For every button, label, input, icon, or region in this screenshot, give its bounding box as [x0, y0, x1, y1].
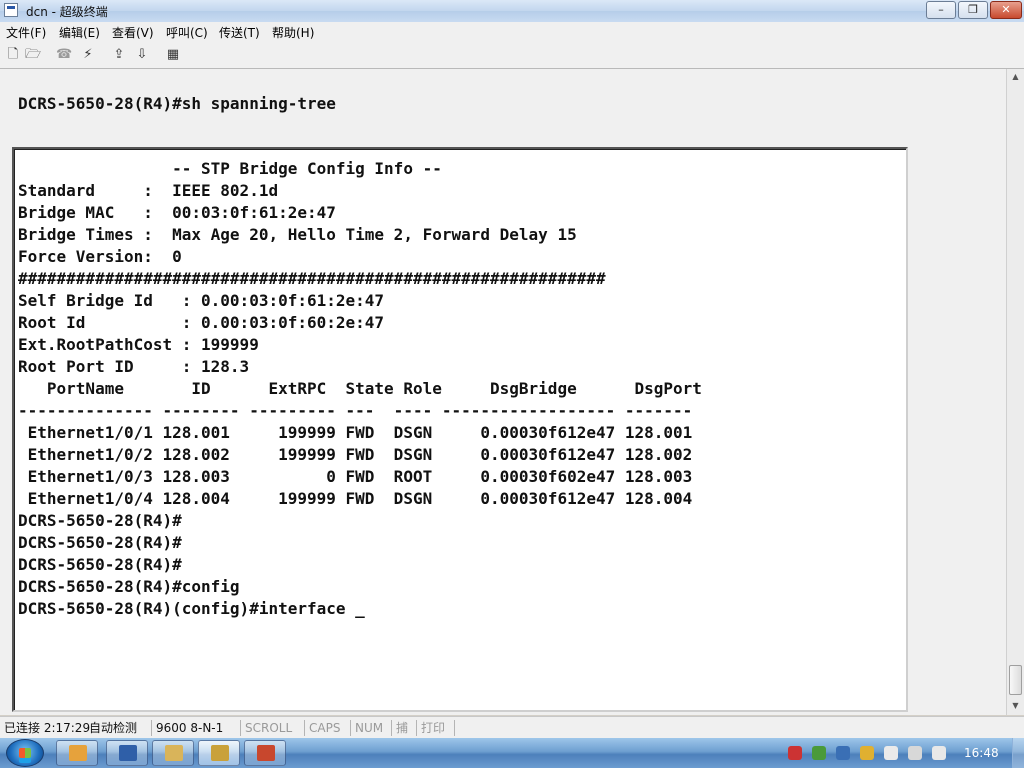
- phone-icon[interactable]: ☎: [56, 47, 72, 63]
- taskbar-app-powerpoint[interactable]: [244, 740, 286, 766]
- status-num: NUM: [350, 720, 383, 736]
- properties-icon[interactable]: ▦: [165, 47, 181, 63]
- title-bar: dcn - 超级终端 – ❐ ✕: [0, 0, 1024, 23]
- tray-volume-icon[interactable]: [932, 746, 946, 760]
- menu-file[interactable]: 文件(F): [6, 24, 46, 41]
- taskbar: 16:48: [0, 738, 1024, 768]
- tray-shield-icon[interactable]: [836, 746, 850, 760]
- new-file-icon[interactable]: 🗋: [5, 47, 21, 63]
- status-print: 打印: [416, 720, 445, 736]
- terminal-line: DCRS-5650-28(R4)#: [18, 555, 182, 574]
- window-title: dcn - 超级终端: [26, 5, 108, 19]
- taskbar-app-hyperterminal[interactable]: [198, 740, 240, 766]
- menu-call[interactable]: 呼叫(C): [166, 24, 208, 41]
- terminal-line: Ethernet1/0/3 128.003 0 FWD ROOT 0.00030…: [18, 467, 693, 486]
- status-caps: CAPS: [304, 720, 340, 736]
- word-icon: [119, 745, 137, 761]
- terminal-line: -- STP Bridge Config Info --: [18, 159, 442, 178]
- terminal-line: Ethernet1/0/1 128.001 199999 FWD DSGN 0.…: [18, 423, 693, 442]
- tray-device-icon[interactable]: [884, 746, 898, 760]
- terminal-line: DCRS-5650-28(R4)#: [18, 533, 182, 552]
- status-scroll: SCROLL: [240, 720, 292, 736]
- terminal-line: PortName ID ExtRPC State Role DsgBridge …: [18, 379, 702, 398]
- scroll-thumb[interactable]: [1009, 665, 1022, 695]
- maximize-button[interactable]: ❐: [958, 1, 988, 19]
- app-icon[interactable]: [4, 3, 18, 17]
- status-connected: 已连接 2:17:29: [4, 721, 91, 735]
- start-button[interactable]: [6, 739, 44, 767]
- send-icon[interactable]: ⇪: [111, 47, 127, 63]
- terminal-line: Bridge Times : Max Age 20, Hello Time 2,…: [18, 225, 577, 244]
- show-desktop-button[interactable]: [1012, 738, 1024, 768]
- status-capture: 捕: [391, 720, 408, 736]
- terminal-lines: -- STP Bridge Config Info -- Standard : …: [18, 158, 702, 620]
- close-button[interactable]: ✕: [990, 1, 1022, 19]
- terminal-line: DCRS-5650-28(R4)(config)#interface _: [18, 599, 365, 618]
- tray-update-icon[interactable]: [860, 746, 874, 760]
- receive-icon[interactable]: ⇩: [134, 47, 150, 63]
- status-bar: 已连接 2:17:29 自动检测 9600 8-N-1 SCROLL CAPS …: [0, 716, 1024, 739]
- terminal-line: Self Bridge Id : 0.00:03:0f:61:2e:47: [18, 291, 385, 310]
- taskbar-app-files[interactable]: [152, 740, 194, 766]
- status-detect: 自动检测: [89, 721, 138, 735]
- terminal-line: Root Port ID : 128.3: [18, 357, 250, 376]
- terminal-line: DCRS-5650-28(R4)#: [18, 511, 182, 530]
- taskbar-app-explorer[interactable]: [56, 740, 98, 766]
- hyperterminal-icon: [211, 745, 229, 761]
- menu-transfer[interactable]: 传送(T): [219, 24, 260, 41]
- terminal-line: ########################################…: [18, 269, 606, 288]
- disconnect-icon[interactable]: ⚡: [80, 47, 96, 63]
- folder-icon: [69, 745, 87, 761]
- files-icon: [165, 745, 183, 761]
- terminal-line: Ethernet1/0/4 128.004 199999 FWD DSGN 0.…: [18, 489, 693, 508]
- scroll-up-icon[interactable]: ▲: [1011, 72, 1020, 81]
- powerpoint-icon: [257, 745, 275, 761]
- top-command-line: DCRS-5650-28(R4)#sh spanning-tree: [18, 94, 336, 113]
- tray-battery-icon[interactable]: [812, 746, 826, 760]
- taskbar-clock[interactable]: 16:48: [964, 746, 999, 760]
- tray-network-icon[interactable]: [788, 746, 802, 760]
- menu-edit[interactable]: 编辑(E): [59, 24, 100, 41]
- terminal-line: Bridge MAC : 00:03:0f:61:2e:47: [18, 203, 336, 222]
- terminal-line: DCRS-5650-28(R4)#config: [18, 577, 240, 596]
- terminal-line: Ethernet1/0/2 128.002 199999 FWD DSGN 0.…: [18, 445, 693, 464]
- scroll-down-icon[interactable]: ▼: [1011, 701, 1020, 710]
- status-empty: [454, 720, 1019, 736]
- menu-help[interactable]: 帮助(H): [272, 24, 314, 41]
- menu-bar: 文件(F) 编辑(E) 查看(V) 呼叫(C) 传送(T) 帮助(H): [0, 22, 1024, 42]
- tray-flag-icon[interactable]: [908, 746, 922, 760]
- terminal-line: Standard : IEEE 802.1d: [18, 181, 279, 200]
- taskbar-app-word[interactable]: [106, 740, 148, 766]
- minimize-button[interactable]: –: [926, 1, 956, 19]
- menu-view[interactable]: 查看(V): [112, 24, 154, 41]
- terminal-line: Root Id : 0.00:03:0f:60:2e:47: [18, 313, 385, 332]
- terminal-area[interactable]: DCRS-5650-28(R4)#sh spanning-tree -- STP…: [0, 69, 1006, 715]
- terminal-line: Force Version: 0: [18, 247, 182, 266]
- terminal-output-panel[interactable]: -- STP Bridge Config Info -- Standard : …: [12, 147, 908, 712]
- status-port: 9600 8-N-1: [151, 720, 223, 736]
- terminal-line: -------------- -------- --------- --- --…: [18, 401, 693, 420]
- open-folder-icon[interactable]: 🗁: [25, 47, 41, 63]
- toolbar: 🗋 🗁 ☎ ⚡ ⇪ ⇩ ▦: [0, 42, 1024, 69]
- vertical-scrollbar[interactable]: ▲ ▼: [1006, 69, 1024, 715]
- terminal-line: Ext.RootPathCost : 199999: [18, 335, 259, 354]
